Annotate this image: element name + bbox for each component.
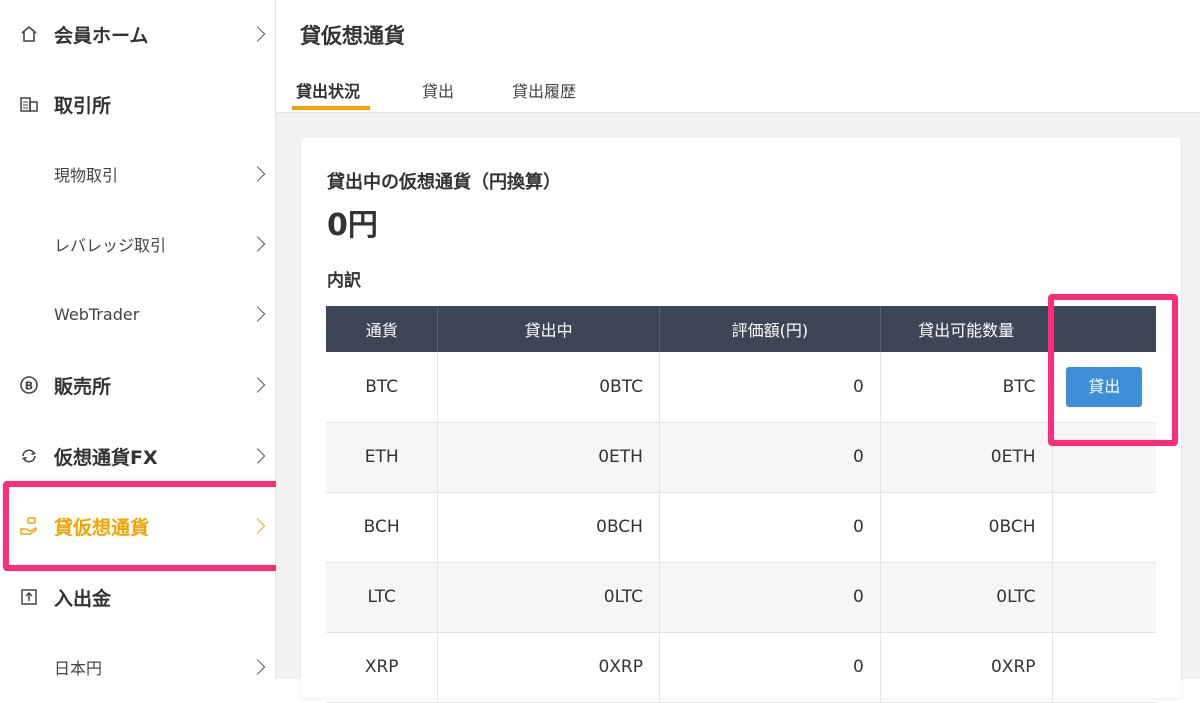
total-value: 0円 [327,208,378,243]
building-icon [18,93,40,115]
cell-currency: LTC [326,562,439,633]
cell-available: 0LTC [880,562,1053,633]
nav-member-home[interactable]: 会員ホーム [0,4,275,64]
cell-lending: 0XRP [437,632,660,703]
nav-label: 入出金 [54,587,112,610]
cell-available: 0XRP [880,632,1053,703]
table-row: LTC 0LTC 0 0LTC [326,562,1156,633]
nav-crypto-fx[interactable]: 仮想通貨FX [0,426,275,486]
cell-available: BTC [880,352,1053,423]
cell-currency: XRP [326,632,439,703]
chevron-right-icon [249,166,266,182]
nav-sales-office[interactable]: B 販売所 [0,355,275,415]
sidebar: 会員ホーム 取引所 現物取引 レバレッジ取引 WebTrader B 販売所 仮… [0,0,276,679]
cell-action [1052,632,1156,703]
page-title: 貸仮想通貨 [300,24,405,48]
nav-label: WebTrader [54,304,140,324]
cell-available: 0BCH [880,492,1053,563]
col-value: 評価額(円) [659,306,881,352]
nav-label: 日本円 [54,659,103,678]
cell-value: 0 [659,492,881,563]
nav-spot-trading[interactable]: 現物取引 [0,144,275,204]
cell-currency: BCH [326,492,439,563]
tab-lend[interactable]: 貸出 [422,78,454,102]
chevron-right-icon [249,448,266,464]
table-row: XRP 0XRP 0 0XRP [326,632,1156,703]
cell-value: 0 [659,422,881,493]
breakdown-label: 内訳 [327,271,361,291]
cell-value: 0 [659,632,881,703]
col-currency: 通貨 [326,306,439,352]
cell-currency: BTC [326,352,439,423]
table-row: ETH 0ETH 0 0ETH [326,422,1156,493]
cell-lending: 0LTC [437,562,660,633]
cell-value: 0 [659,352,881,423]
nav-leverage-trading[interactable]: レバレッジ取引 [0,214,275,274]
nav-label: 仮想通貨FX [54,446,158,469]
card-title: 貸出中の仮想通貨（円換算） [327,172,561,193]
chevron-right-icon [249,377,266,393]
nav-jpy[interactable]: 日本円 [0,637,275,697]
cell-available: 0ETH [880,422,1053,493]
nav-label: レバレッジ取引 [54,236,167,255]
cell-action [1052,562,1156,633]
lending-table: 通貨 貸出中 評価額(円) 貸出可能数量 BTC 0BTC 0 BTC 貸出 E… [326,306,1156,703]
cell-lending: 0BCH [437,492,660,563]
nav-label: 現物取引 [54,166,119,185]
nav-label: 販売所 [54,375,112,398]
cell-lending: 0BTC [437,352,660,423]
page-header: 貸仮想通貨 貸出状況 貸出 貸出履歴 [276,0,1200,113]
nav-label: 会員ホーム [54,24,149,47]
nav-deposit-withdraw[interactable]: 入出金 [0,567,275,627]
cell-action [1052,492,1156,563]
tab-lending-status[interactable]: 貸出状況 [296,78,360,102]
chevron-right-icon [249,236,266,252]
bitcoin-icon: B [18,374,40,396]
cell-lending: 0ETH [437,422,660,493]
exchange-arrows-icon [18,445,40,467]
chevron-right-icon [249,306,266,322]
col-available: 貸出可能数量 [880,306,1053,352]
highlight-box-sidebar [3,481,293,571]
tab-lending-history[interactable]: 貸出履歴 [512,78,576,102]
cell-currency: ETH [326,422,439,493]
highlight-box-lend-button [1048,294,1178,446]
chevron-right-icon [249,659,266,675]
svg-text:B: B [25,380,33,393]
deposit-box-icon [18,586,40,608]
nav-exchange[interactable]: 取引所 [0,74,275,134]
table-row: BCH 0BCH 0 0BCH [326,492,1156,563]
nav-label: 取引所 [54,94,112,117]
table-header-row: 通貨 貸出中 評価額(円) 貸出可能数量 [326,306,1156,352]
nav-webtrader[interactable]: WebTrader [0,284,275,344]
home-icon [18,23,40,45]
chevron-right-icon [249,26,266,42]
col-lending: 貸出中 [437,306,660,352]
cell-value: 0 [659,562,881,633]
table-row: BTC 0BTC 0 BTC 貸出 [326,352,1156,423]
active-tab-indicator [292,106,370,110]
